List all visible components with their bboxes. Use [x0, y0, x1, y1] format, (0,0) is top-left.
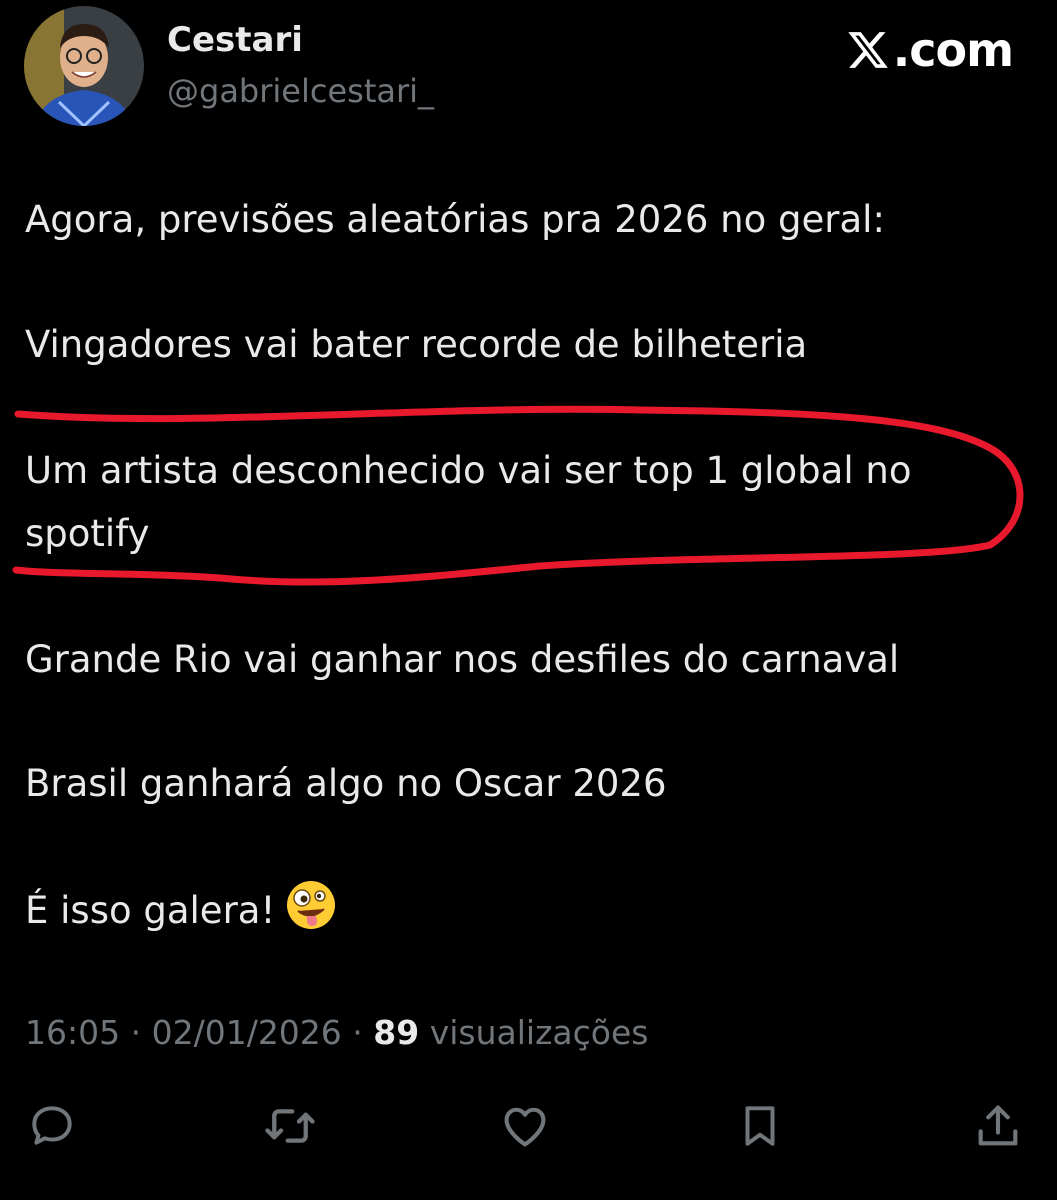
- like-icon: [504, 1107, 546, 1147]
- tweet-date[interactable]: 02/01/2026: [152, 1013, 342, 1052]
- action-bar: [0, 1098, 1057, 1154]
- like-button[interactable]: [497, 1098, 553, 1154]
- avatar[interactable]: [24, 6, 144, 126]
- meta-separator: ·: [341, 1013, 374, 1052]
- tweet-time[interactable]: 16:05: [25, 1013, 120, 1052]
- tweet-line-prediction-2-cont: spotify: [25, 512, 150, 555]
- meta-separator: ·: [120, 1013, 152, 1052]
- tweet-line-intro: Agora, previsões aleatórias pra 2026 no …: [25, 198, 885, 241]
- tweet-line-closing: É isso galera!: [25, 879, 337, 942]
- brand-watermark: .com: [845, 22, 1014, 78]
- views-label: visualizações: [429, 1013, 649, 1052]
- tweet-line-prediction-3: Grande Rio vai ganhar nos desfiles do ca…: [25, 638, 900, 681]
- retweet-button[interactable]: [262, 1098, 318, 1154]
- tweet-line-closing-text: É isso galera!: [25, 889, 276, 932]
- user-handle[interactable]: @gabrielcestari_: [167, 70, 434, 112]
- tweet-meta: 16:05 · 02/01/2026 · 89 visualizações: [25, 1008, 648, 1058]
- reply-button[interactable]: [24, 1098, 80, 1154]
- tweet-line-prediction-1: Vingadores vai bater recorde de bilheter…: [25, 323, 808, 366]
- brand-text: .com: [892, 23, 1014, 77]
- retweet-icon: [265, 1109, 315, 1143]
- bookmark-button[interactable]: [732, 1098, 788, 1154]
- share-icon: [978, 1105, 1018, 1146]
- tweet-line-prediction-2: Um artista desconhecido vai ser top 1 gl…: [25, 449, 912, 492]
- reply-icon: [32, 1106, 72, 1145]
- avatar-image: [24, 6, 144, 126]
- display-name[interactable]: Cestari: [167, 18, 303, 62]
- share-button[interactable]: [970, 1098, 1026, 1154]
- bookmark-icon: [745, 1106, 775, 1146]
- zany-face-emoji: [287, 881, 336, 929]
- x-logo-icon: [848, 32, 888, 68]
- tweet-line-prediction-4: Brasil ganhará algo no Oscar 2026: [25, 762, 667, 805]
- views-count: 89: [373, 1013, 420, 1052]
